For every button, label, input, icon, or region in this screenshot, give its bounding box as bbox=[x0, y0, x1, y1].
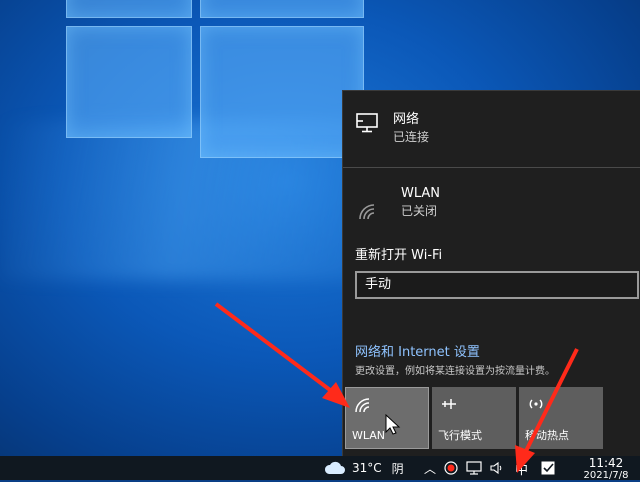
record-icon bbox=[444, 461, 458, 475]
taskbar: 31°C 阴 ︿ 中 11:42 2021/7/8 bbox=[0, 456, 640, 481]
weather-condition: 阴 bbox=[391, 461, 404, 476]
wlan-status: 已关闭 bbox=[401, 204, 438, 218]
wifi-off-icon bbox=[355, 199, 381, 223]
airplane-mode-tile-label: 飞行模式 bbox=[438, 429, 482, 442]
reopen-wifi-label: 重新打开 Wi-Fi bbox=[355, 248, 443, 263]
monitor-network-icon bbox=[355, 111, 381, 135]
network-status: 已连接 bbox=[393, 130, 430, 144]
network-flyout: 网络 已连接 WLAN 已关闭 重新打开 Wi-Fi 手动 网络和 Intern… bbox=[342, 90, 640, 457]
wifi-icon bbox=[355, 398, 370, 413]
weather-widget[interactable]: 31°C 阴 bbox=[324, 456, 404, 480]
mobile-hotspot-tile-label: 移动热点 bbox=[525, 429, 569, 442]
network-status-item[interactable]: 网络 已连接 bbox=[355, 111, 429, 145]
mobile-hotspot-tile[interactable]: 移动热点 bbox=[519, 387, 603, 449]
reopen-wifi-select[interactable]: 手动 bbox=[355, 271, 639, 299]
clock-time: 11:42 bbox=[588, 456, 624, 470]
speaker-icon bbox=[490, 461, 502, 475]
ime-indicator[interactable]: 中 bbox=[515, 456, 528, 480]
wlan-title: WLAN bbox=[401, 186, 441, 201]
clock[interactable]: 11:42 2021/7/8 bbox=[580, 456, 632, 481]
network-settings-link[interactable]: 网络和 Internet 设置 bbox=[355, 341, 480, 360]
airplane-mode-tile[interactable]: 飞行模式 bbox=[432, 387, 516, 449]
notes-tray-icon[interactable] bbox=[540, 456, 556, 480]
network-settings-description: 更改设置，例如将某连接设置为按流量计费。 bbox=[355, 366, 555, 377]
network-monitor-icon bbox=[466, 461, 482, 475]
windows-logo bbox=[62, 0, 382, 182]
hotspot-icon bbox=[529, 399, 543, 409]
volume-tray-icon[interactable] bbox=[490, 456, 506, 480]
wlan-status-item[interactable]: WLAN 已关闭 bbox=[355, 185, 440, 223]
cloud-icon bbox=[324, 461, 345, 474]
wlan-tile[interactable]: WLAN bbox=[345, 387, 429, 449]
wlan-tile-label: WLAN bbox=[352, 429, 386, 442]
divider bbox=[343, 167, 640, 168]
network-title: 网络 bbox=[393, 112, 420, 127]
show-hidden-icons-button[interactable]: ︿ bbox=[424, 456, 436, 480]
record-tray-icon[interactable] bbox=[444, 456, 458, 480]
clock-date: 2021/7/8 bbox=[583, 470, 629, 481]
network-tray-icon[interactable] bbox=[466, 456, 484, 480]
notes-check-icon bbox=[541, 461, 555, 475]
weather-temperature: 31°C bbox=[352, 461, 382, 475]
airplane-icon bbox=[442, 399, 456, 409]
chevron-up-icon: ︿ bbox=[424, 461, 437, 476]
